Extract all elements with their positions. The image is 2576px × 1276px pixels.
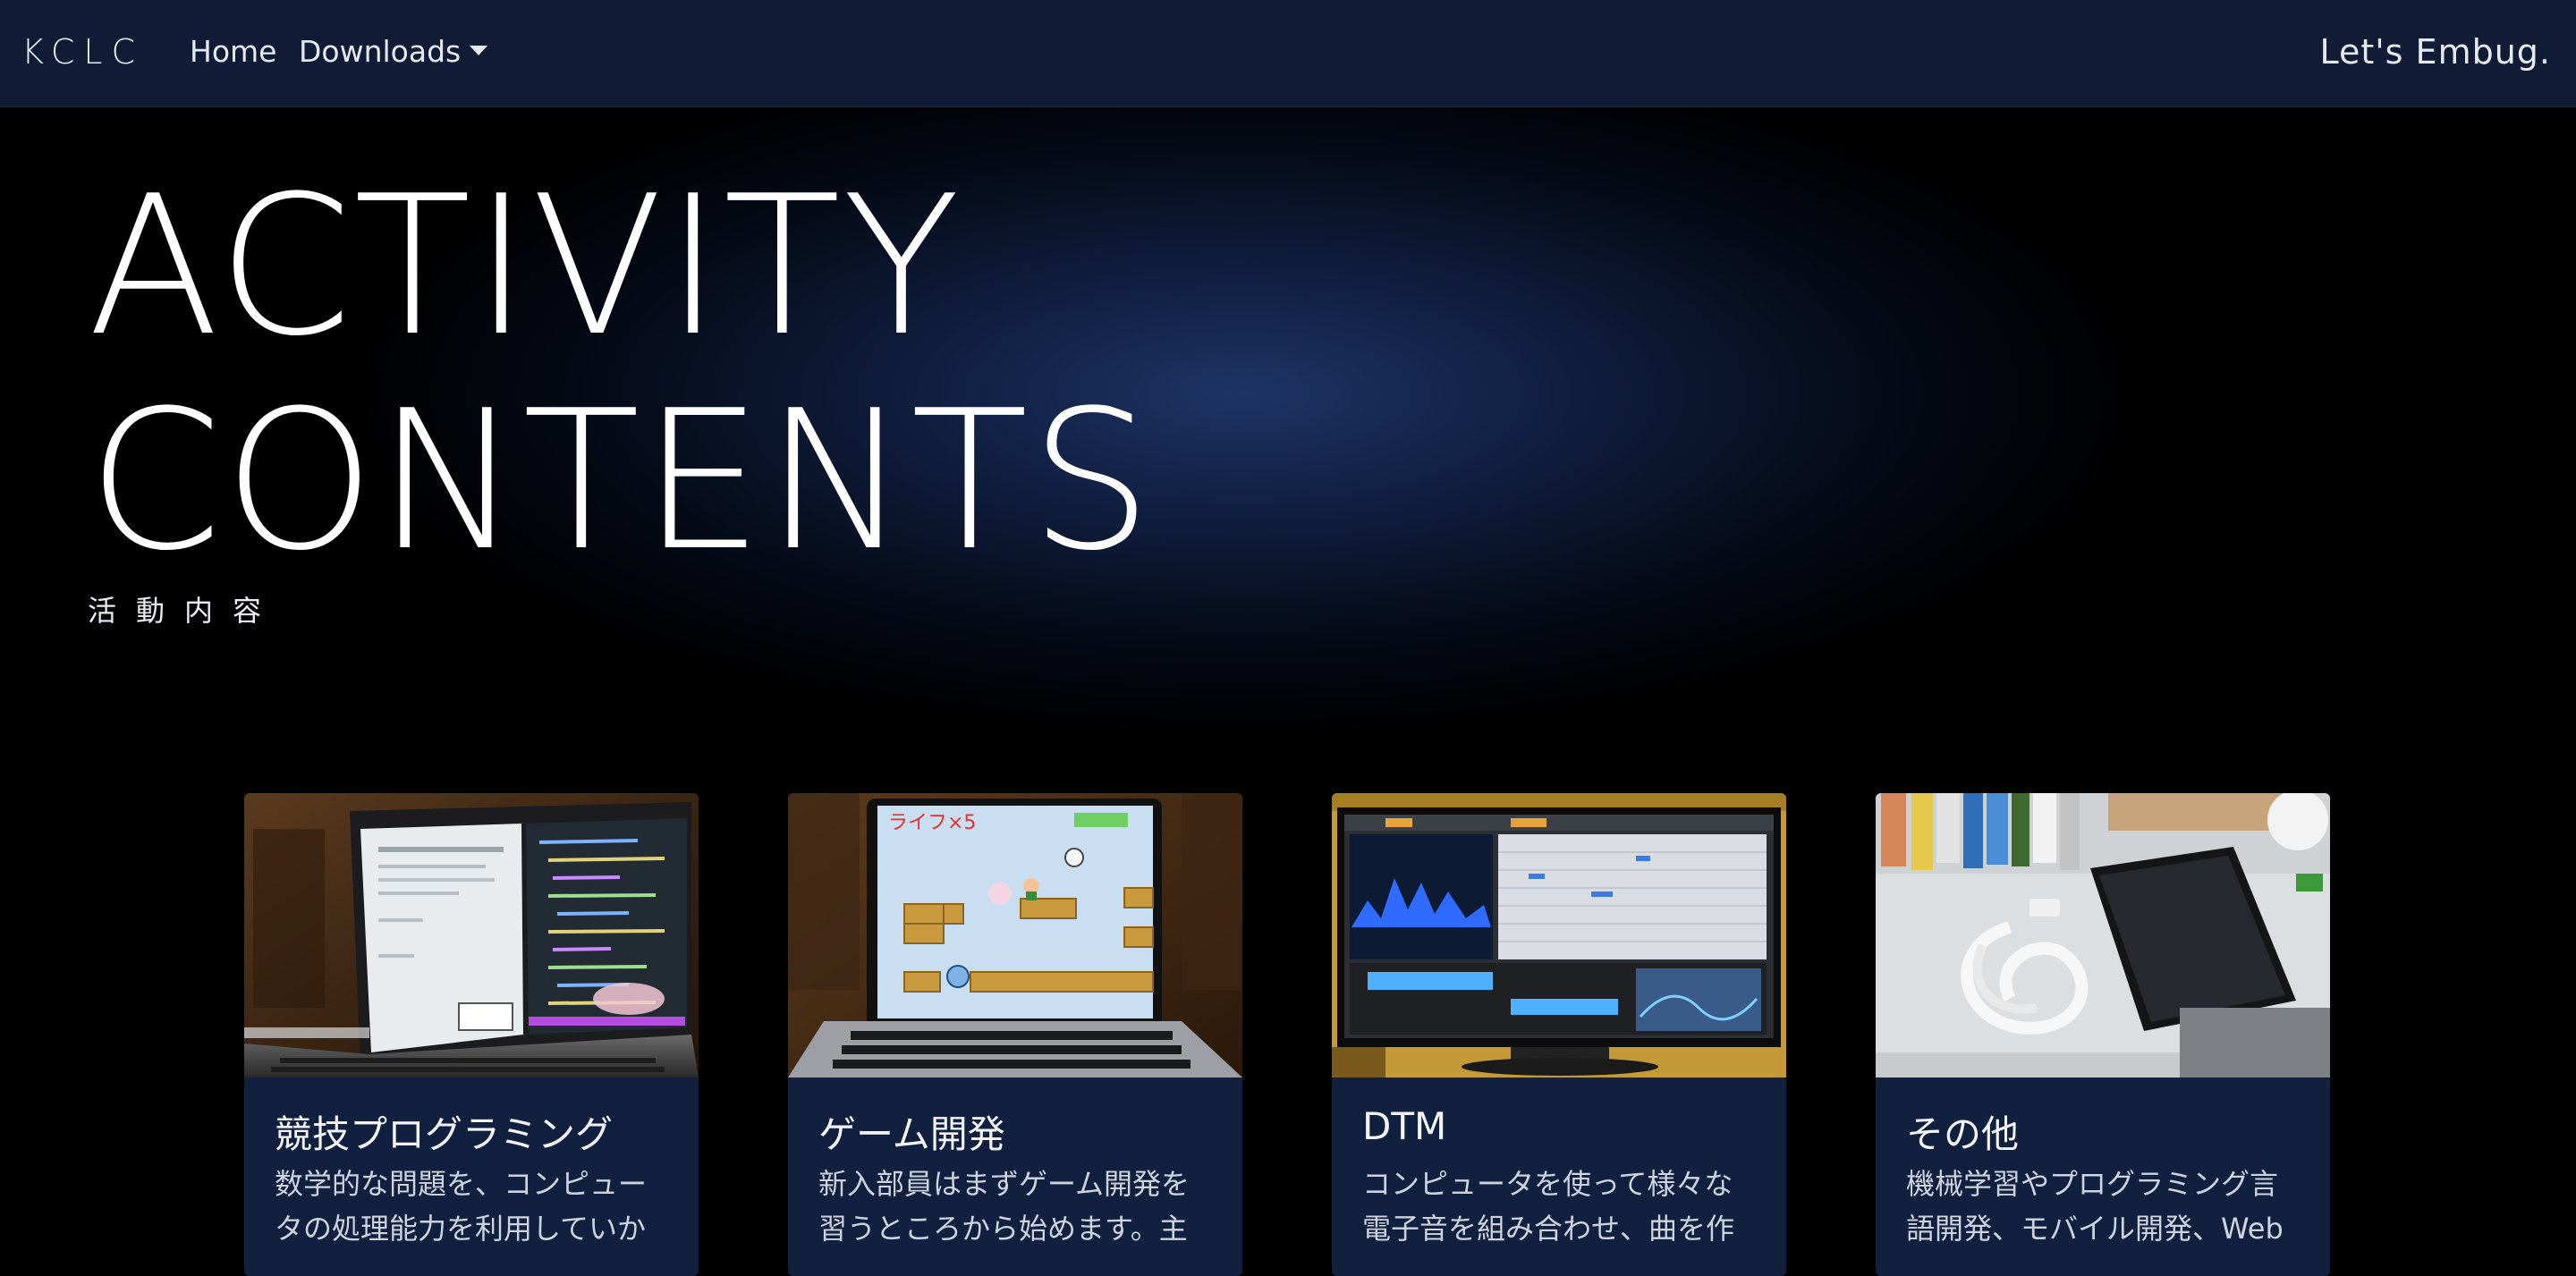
card-dtm[interactable]: DTM コンピュータを使って様々な電子音を組み合わせ、曲を作 [1332, 793, 1786, 1276]
nav-downloads-dropdown[interactable]: Downloads [299, 34, 488, 69]
card-text: コンピュータを使って様々な電子音を組み合わせ、曲を作 [1362, 1167, 1735, 1246]
card-competitive-programming[interactable]: 競技プログラミング 数学的な問題を、コンピュータの処理能力を利用していか [244, 793, 699, 1276]
game-lives-text: ライフ×5 [888, 812, 976, 834]
card-other[interactable]: その他 機械学習やプログラミング言語開発、モバイル開発、Web [1876, 793, 2330, 1276]
hero-title-line2: CONTENTS [88, 368, 1154, 593]
brand-logo[interactable]: KCLC [21, 32, 144, 72]
hero-subtitle: 活動内容 [88, 594, 282, 628]
top-navbar: KCLC Home Downloads Let's Embug. [0, 0, 2576, 107]
navbar-tagline: Let's Embug. [2319, 32, 2551, 72]
card-title: 競技プログラミング [275, 1112, 614, 1156]
card-text: 新入部員はまずゲーム開発を習うところから始めます。主 [818, 1167, 1191, 1246]
daw-monitor-photo [1332, 793, 1786, 1077]
card-game-development[interactable]: ライフ×5 ゲーム開発 新入部員はまずゲーム開発を習うところから始めます。主 [788, 793, 1242, 1276]
card-text: 数学的な問題を、コンピュータの処理能力を利用していか [275, 1167, 648, 1246]
caret-down-icon [470, 46, 488, 55]
laptop-code-photo [244, 793, 699, 1077]
card-title: その他 [1906, 1112, 2020, 1156]
smartphone-photo [1876, 793, 2330, 1077]
card-text: 機械学習やプログラミング言語開発、モバイル開発、Web [1906, 1167, 2284, 1246]
card-title: ゲーム開発 [818, 1112, 1005, 1156]
nav-home-link[interactable]: Home [190, 34, 276, 69]
card-title: DTM [1362, 1104, 1447, 1148]
hero-title-line1: ACTIVITY [88, 154, 962, 378]
game-screen-photo: ライフ×5 [788, 793, 1242, 1077]
nav-downloads-label: Downloads [299, 34, 462, 69]
